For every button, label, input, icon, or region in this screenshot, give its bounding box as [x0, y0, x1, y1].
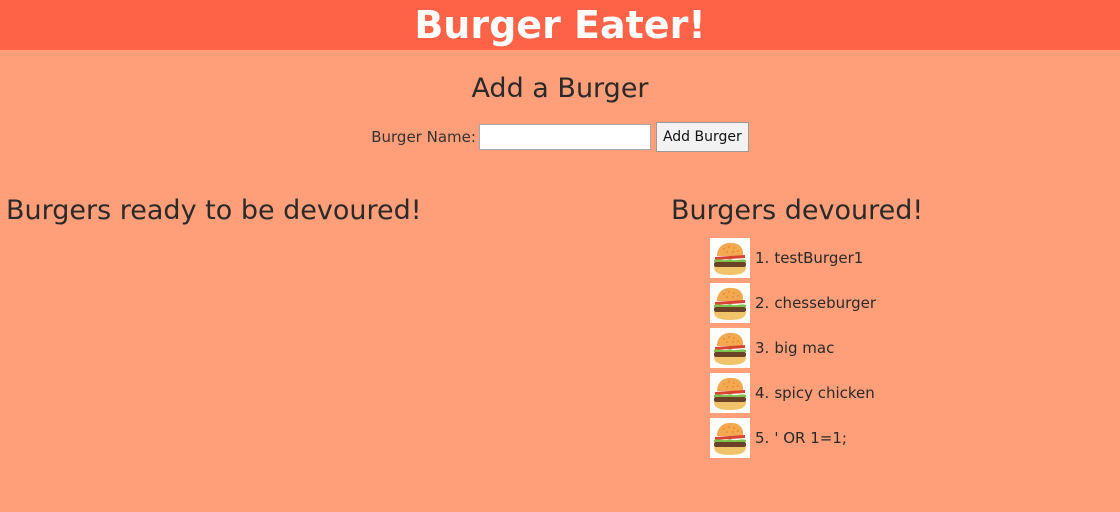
burger-icon	[710, 283, 750, 323]
site-header: Burger Eater!	[0, 0, 1120, 50]
add-burger-heading: Add a Burger	[471, 73, 649, 104]
devoured-item-name: big mac	[774, 339, 835, 357]
burger-name-input[interactable]	[478, 124, 651, 150]
devoured-list-item: 4. spicy chicken	[710, 373, 923, 413]
devoured-item-number: 5.	[755, 429, 770, 447]
devoured-list-item: 1. testBurger1	[710, 238, 923, 278]
devoured-item-number: 1.	[755, 249, 770, 267]
site-title: Burger Eater!	[414, 3, 706, 47]
add-burger-button[interactable]: Add Burger	[655, 122, 749, 152]
burger-columns: Burgers ready to be devoured! Burgers de…	[0, 192, 1120, 512]
devoured-item-name: ' OR 1=1;	[774, 429, 847, 447]
ready-column: Burgers ready to be devoured!	[6, 192, 422, 230]
devoured-list-item: 2. chesseburger	[710, 283, 923, 323]
devoured-item-name: spicy chicken	[774, 384, 875, 402]
devoured-list-item: 3. big mac	[710, 328, 923, 368]
burger-icon	[710, 238, 750, 278]
ready-heading: Burgers ready to be devoured!	[6, 195, 422, 226]
burger-icon	[710, 373, 750, 413]
devoured-item-name: chesseburger	[774, 294, 877, 312]
devoured-item-number: 3.	[755, 339, 770, 357]
add-burger-form: Burger Name: Add Burger	[0, 122, 1120, 152]
burger-name-label: Burger Name:	[371, 128, 476, 146]
devoured-column: Burgers devoured! 1. testBurger1 2. chesseb…	[671, 192, 923, 463]
devoured-item-name: testBurger1	[774, 249, 864, 267]
devoured-heading: Burgers devoured!	[671, 195, 924, 226]
add-burger-section: Add a Burger Burger Name: Add Burger	[0, 50, 1120, 152]
devoured-list: 1. testBurger1 2. chesseburger 3. big mac 4. sp…	[710, 238, 923, 458]
devoured-item-number: 4.	[755, 384, 770, 402]
devoured-list-item: 5. ' OR 1=1;	[710, 418, 923, 458]
burger-icon	[710, 418, 750, 458]
burger-icon	[710, 328, 750, 368]
devoured-item-number: 2.	[755, 294, 770, 312]
